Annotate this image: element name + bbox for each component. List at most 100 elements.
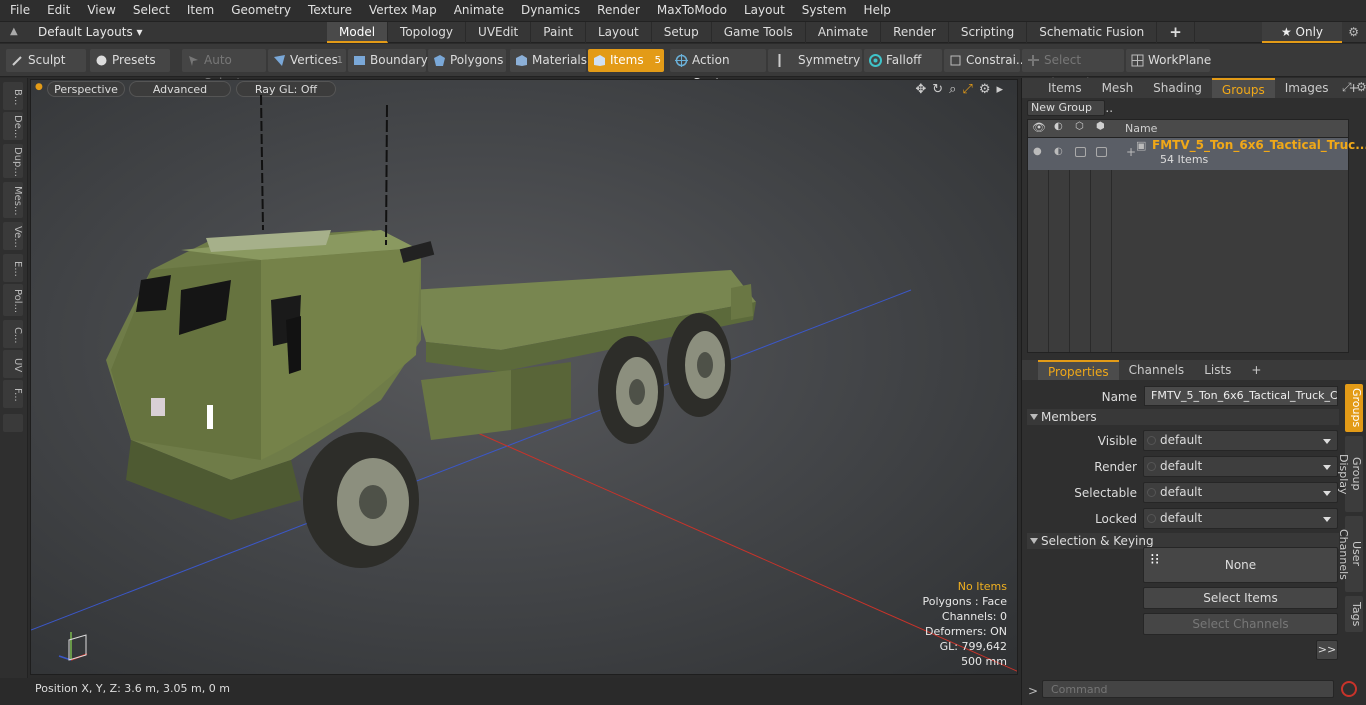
vtab-groups[interactable]: Groups xyxy=(1345,384,1363,432)
tab-paint[interactable]: Paint xyxy=(531,22,586,43)
left-tab-mesh-edit[interactable]: Mes... xyxy=(3,182,23,218)
falloff-button[interactable]: Falloff xyxy=(864,49,942,72)
workplane-button[interactable]: WorkPlane xyxy=(1126,49,1211,72)
visibility-eye-icon[interactable]: 👁 xyxy=(1032,121,1046,134)
lock-icon[interactable]: ⬢ xyxy=(1096,121,1105,132)
menu-help[interactable]: Help xyxy=(854,0,898,21)
render-dropdown[interactable]: default xyxy=(1143,456,1338,477)
menu-render[interactable]: Render xyxy=(587,0,647,21)
polygons-button[interactable]: Polygons xyxy=(428,49,506,72)
members-section[interactable]: Members xyxy=(1027,409,1339,425)
vertices-button[interactable]: Vertices 1 xyxy=(268,49,346,72)
panel-gear-icon[interactable]: ⚙ xyxy=(1356,80,1366,94)
menu-select[interactable]: Select xyxy=(123,0,177,21)
menu-vertex-map[interactable]: Vertex Map xyxy=(359,0,444,21)
expand-plus-icon[interactable]: + xyxy=(1126,145,1136,159)
tab-topology[interactable]: Topology xyxy=(388,22,467,43)
group-row[interactable]: ● ◐ + ▣ FMTV_5_Ton_6x6_Tactical_Truc... … xyxy=(1028,138,1366,170)
menu-system[interactable]: System xyxy=(792,0,854,21)
row-eye-icon[interactable]: ● xyxy=(1033,146,1042,157)
left-tab-edge[interactable]: E... xyxy=(3,254,23,282)
tab-mesh[interactable]: Mesh ... xyxy=(1092,78,1144,115)
left-tab-deform[interactable]: De... xyxy=(3,112,23,140)
render-icon[interactable]: ◐ xyxy=(1054,121,1063,132)
boundary-button[interactable]: Boundary xyxy=(348,49,428,72)
menu-layout[interactable]: Layout xyxy=(734,0,792,21)
record-icon[interactable] xyxy=(1341,681,1357,697)
menu-texture[interactable]: Texture xyxy=(298,0,359,21)
left-tab-curve[interactable]: C... xyxy=(3,320,23,348)
items-button[interactable]: Items 5 xyxy=(588,49,664,72)
command-input[interactable] xyxy=(1042,680,1334,698)
select-through-button[interactable]: Select Through xyxy=(1022,49,1124,90)
selectable-radio-icon xyxy=(1147,488,1156,497)
name-field[interactable]: FMTV_5_Ton_6x6_Tactical_Truck_Cha xyxy=(1144,386,1338,406)
constraints-button[interactable]: Constrai... xyxy=(944,49,1027,72)
vtab-user-channels[interactable]: User Channels xyxy=(1337,516,1363,592)
truck-model[interactable] xyxy=(106,94,756,568)
left-tab-fusion[interactable]: F... xyxy=(3,380,23,408)
tab-game-tools[interactable]: Game Tools xyxy=(712,22,806,43)
left-tab-basic[interactable]: B... xyxy=(3,82,23,110)
expand-icon[interactable]: ⤢ xyxy=(1342,80,1352,95)
vtab-tags[interactable]: Tags xyxy=(1345,596,1363,632)
select-channels-button[interactable]: Select Channels xyxy=(1143,613,1338,635)
row-lock-checkbox[interactable] xyxy=(1096,147,1107,157)
menu-dynamics[interactable]: Dynamics xyxy=(511,0,587,21)
selectable-dropdown[interactable]: default xyxy=(1143,482,1338,503)
properties-tabs: Properties Channels Lists + xyxy=(1022,360,1366,380)
tab-layout[interactable]: Layout xyxy=(586,22,652,43)
menu-edit[interactable]: Edit xyxy=(37,0,77,21)
tab-animate[interactable]: Animate xyxy=(806,22,882,43)
tab-model[interactable]: Model xyxy=(327,22,389,43)
sculpt-button[interactable]: Sculpt xyxy=(6,49,86,72)
tab-properties[interactable]: Properties xyxy=(1038,360,1119,380)
menu-item[interactable]: Item xyxy=(177,0,221,21)
action-center-button[interactable]: Action Center xyxy=(670,49,766,90)
tab-scripting[interactable]: Scripting xyxy=(949,22,1028,43)
only-toggle-button[interactable]: ★ Only xyxy=(1262,22,1342,43)
symmetry-button[interactable]: Symmetry xyxy=(768,49,862,72)
tab-groups[interactable]: Groups xyxy=(1211,78,1275,98)
command-prompt-icon: > xyxy=(1028,684,1039,698)
left-tab-polygon[interactable]: Pol... xyxy=(3,284,23,316)
tab-uvedit[interactable]: UVEdit xyxy=(466,22,532,43)
left-tab-vertex[interactable]: Ve... xyxy=(3,222,23,250)
left-tab-uv[interactable]: UV xyxy=(3,350,23,378)
keying-none-button[interactable]: ⁝⁝ None xyxy=(1143,547,1338,583)
locked-dropdown[interactable]: default xyxy=(1143,508,1338,529)
vtab-group-display[interactable]: Group Display xyxy=(1337,436,1363,512)
tab-shading[interactable]: Shading xyxy=(1143,78,1212,98)
select-items-button[interactable]: Select Items xyxy=(1143,587,1338,609)
new-group-button[interactable]: New Group xyxy=(1027,100,1105,116)
add-props-tab-button[interactable]: + xyxy=(1241,360,1271,380)
tab-setup[interactable]: Setup xyxy=(652,22,712,43)
menu-view[interactable]: View xyxy=(77,0,122,21)
gear-icon[interactable]: ⚙ xyxy=(1348,25,1359,39)
auto-select-button[interactable]: Auto Select xyxy=(182,49,266,90)
materials-button[interactable]: Materials xyxy=(510,49,587,72)
select-icon[interactable]: ⬡ xyxy=(1075,121,1084,132)
add-tab-button[interactable]: + xyxy=(1157,22,1195,43)
tab-images[interactable]: Images xyxy=(1275,78,1339,98)
tab-channels[interactable]: Channels xyxy=(1119,360,1195,380)
more-button[interactable]: >> xyxy=(1316,640,1338,660)
tab-lists[interactable]: Lists xyxy=(1194,360,1241,380)
default-layouts-dropdown[interactable]: Default Layouts ▾ xyxy=(38,22,143,43)
visible-dropdown[interactable]: default xyxy=(1143,430,1338,451)
row-select-checkbox[interactable] xyxy=(1075,147,1086,157)
row-render-icon[interactable]: ◐ xyxy=(1054,146,1063,157)
menu-geometry[interactable]: Geometry xyxy=(221,0,298,21)
tab-items[interactable]: Items xyxy=(1038,78,1092,98)
tab-schematic-fusion[interactable]: Schematic Fusion xyxy=(1027,22,1158,43)
menu-file[interactable]: File xyxy=(0,0,37,21)
menu-animate[interactable]: Animate xyxy=(444,0,511,21)
3d-viewport[interactable]: ● Perspective Advanced Ray GL: Off ✥ ↻ ⌕… xyxy=(30,79,1018,675)
tab-render[interactable]: Render xyxy=(881,22,949,43)
channels-label: Channels: 0 xyxy=(941,610,1007,623)
menu-maxtomodo[interactable]: MaxToModo xyxy=(647,0,734,21)
collapse-icon[interactable]: ▲ xyxy=(10,26,18,37)
presets-button[interactable]: Presets xyxy=(90,49,170,72)
left-tab-duplicate[interactable]: Dup... xyxy=(3,144,23,178)
left-tab-expand-icon[interactable] xyxy=(3,414,23,432)
